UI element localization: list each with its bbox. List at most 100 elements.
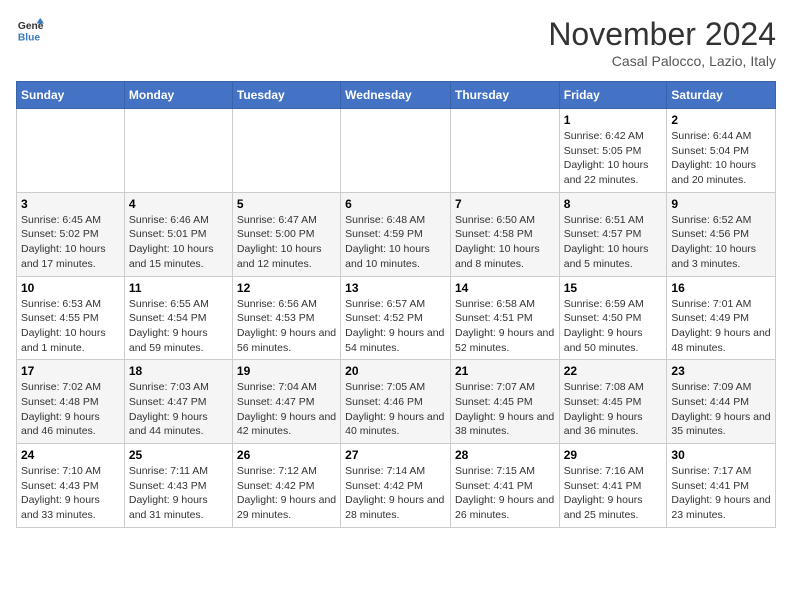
- day-number: 18: [129, 364, 228, 378]
- calendar-cell: 14 Sunrise: 6:58 AM Sunset: 4:51 PM Dayli…: [450, 276, 559, 360]
- calendar-cell: [17, 109, 125, 193]
- calendar-cell: 11 Sunrise: 6:55 AM Sunset: 4:54 PM Dayli…: [124, 276, 232, 360]
- day-info: Sunrise: 6:56 AM Sunset: 4:53 PM Dayligh…: [237, 297, 336, 356]
- weekday-header: Friday: [559, 82, 667, 109]
- day-info: Sunrise: 6:46 AM Sunset: 5:01 PM Dayligh…: [129, 213, 228, 272]
- weekday-header: Thursday: [450, 82, 559, 109]
- day-info: Sunrise: 7:10 AM Sunset: 4:43 PM Dayligh…: [21, 464, 120, 523]
- day-number: 3: [21, 197, 120, 211]
- calendar-cell: 1 Sunrise: 6:42 AM Sunset: 5:05 PM Daylig…: [559, 109, 667, 193]
- calendar-cell: 8Sunrise: 6:51 AM Sunset: 4:57 PM Daylig…: [559, 192, 667, 276]
- day-number: 7: [455, 197, 555, 211]
- day-info: Sunrise: 7:04 AM Sunset: 4:47 PM Dayligh…: [237, 380, 336, 439]
- logo-icon: General Blue: [16, 16, 44, 44]
- weekday-header: Monday: [124, 82, 232, 109]
- day-number: 22: [564, 364, 663, 378]
- day-info: Sunrise: 7:15 AM Sunset: 4:41 PM Dayligh…: [455, 464, 555, 523]
- day-info: Sunrise: 7:16 AM Sunset: 4:41 PM Dayligh…: [564, 464, 663, 523]
- day-info: Sunrise: 7:14 AM Sunset: 4:42 PM Dayligh…: [345, 464, 446, 523]
- day-number: 1: [564, 113, 663, 127]
- calendar-cell: 25Sunrise: 7:11 AM Sunset: 4:43 PM Dayli…: [124, 444, 232, 528]
- calendar-subtitle: Casal Palocco, Lazio, Italy: [548, 53, 776, 69]
- calendar-cell: [450, 109, 559, 193]
- logo: General Blue: [16, 16, 44, 44]
- day-info: Sunrise: 7:02 AM Sunset: 4:48 PM Dayligh…: [21, 380, 120, 439]
- calendar-cell: 2 Sunrise: 6:44 AM Sunset: 5:04 PM Daylig…: [667, 109, 776, 193]
- weekday-header: Sunday: [17, 82, 125, 109]
- day-number: 9: [671, 197, 771, 211]
- calendar-cell: 3 Sunrise: 6:45 AM Sunset: 5:02 PM Daylig…: [17, 192, 125, 276]
- calendar-cell: 21Sunrise: 7:07 AM Sunset: 4:45 PM Dayli…: [450, 360, 559, 444]
- day-number: 8: [564, 197, 663, 211]
- day-info: Sunrise: 7:07 AM Sunset: 4:45 PM Dayligh…: [455, 380, 555, 439]
- calendar-cell: 27 Sunrise: 7:14 AM Sunset: 4:42 PM Dayli…: [341, 444, 451, 528]
- day-info: Sunrise: 7:09 AM Sunset: 4:44 PM Dayligh…: [671, 380, 771, 439]
- day-info: Sunrise: 6:50 AM Sunset: 4:58 PM Dayligh…: [455, 213, 555, 272]
- day-number: 23: [671, 364, 771, 378]
- calendar-header-row: SundayMondayTuesdayWednesdayThursdayFrid…: [17, 82, 776, 109]
- page-header: General Blue November 2024 Casal Palocco…: [16, 16, 776, 69]
- day-number: 28: [455, 448, 555, 462]
- day-info: Sunrise: 6:59 AM Sunset: 4:50 PM Dayligh…: [564, 297, 663, 356]
- calendar-cell: 4 Sunrise: 6:46 AM Sunset: 5:01 PM Daylig…: [124, 192, 232, 276]
- calendar-cell: 26Sunrise: 7:12 AM Sunset: 4:42 PM Dayli…: [232, 444, 340, 528]
- calendar-cell: 15 Sunrise: 6:59 AM Sunset: 4:50 PM Dayli…: [559, 276, 667, 360]
- calendar-cell: 6Sunrise: 6:48 AM Sunset: 4:59 PM Daylig…: [341, 192, 451, 276]
- calendar-week-row: 17Sunrise: 7:02 AM Sunset: 4:48 PM Dayli…: [17, 360, 776, 444]
- day-info: Sunrise: 6:58 AM Sunset: 4:51 PM Dayligh…: [455, 297, 555, 356]
- calendar-week-row: 1 Sunrise: 6:42 AM Sunset: 5:05 PM Daylig…: [17, 109, 776, 193]
- calendar-cell: 18 Sunrise: 7:03 AM Sunset: 4:47 PM Dayli…: [124, 360, 232, 444]
- day-number: 2: [671, 113, 771, 127]
- calendar-cell: 29Sunrise: 7:16 AM Sunset: 4:41 PM Dayli…: [559, 444, 667, 528]
- day-info: Sunrise: 7:03 AM Sunset: 4:47 PM Dayligh…: [129, 380, 228, 439]
- calendar-cell: [232, 109, 340, 193]
- calendar-cell: [124, 109, 232, 193]
- weekday-header: Wednesday: [341, 82, 451, 109]
- calendar-cell: 17Sunrise: 7:02 AM Sunset: 4:48 PM Dayli…: [17, 360, 125, 444]
- day-number: 19: [237, 364, 336, 378]
- day-number: 11: [129, 281, 228, 295]
- calendar-cell: 10Sunrise: 6:53 AM Sunset: 4:55 PM Dayli…: [17, 276, 125, 360]
- day-number: 27: [345, 448, 446, 462]
- day-number: 4: [129, 197, 228, 211]
- calendar-cell: 12 Sunrise: 6:56 AM Sunset: 4:53 PM Dayli…: [232, 276, 340, 360]
- day-info: Sunrise: 6:42 AM Sunset: 5:05 PM Dayligh…: [564, 129, 663, 188]
- day-number: 16: [671, 281, 771, 295]
- day-info: Sunrise: 7:08 AM Sunset: 4:45 PM Dayligh…: [564, 380, 663, 439]
- day-number: 13: [345, 281, 446, 295]
- calendar-cell: 9 Sunrise: 6:52 AM Sunset: 4:56 PM Daylig…: [667, 192, 776, 276]
- svg-text:Blue: Blue: [18, 32, 41, 43]
- calendar-week-row: 10Sunrise: 6:53 AM Sunset: 4:55 PM Dayli…: [17, 276, 776, 360]
- day-number: 24: [21, 448, 120, 462]
- calendar-cell: 28 Sunrise: 7:15 AM Sunset: 4:41 PM Dayli…: [450, 444, 559, 528]
- day-info: Sunrise: 6:55 AM Sunset: 4:54 PM Dayligh…: [129, 297, 228, 356]
- day-info: Sunrise: 7:11 AM Sunset: 4:43 PM Dayligh…: [129, 464, 228, 523]
- day-info: Sunrise: 6:52 AM Sunset: 4:56 PM Dayligh…: [671, 213, 771, 272]
- day-info: Sunrise: 6:44 AM Sunset: 5:04 PM Dayligh…: [671, 129, 771, 188]
- day-info: Sunrise: 7:01 AM Sunset: 4:49 PM Dayligh…: [671, 297, 771, 356]
- weekday-header: Tuesday: [232, 82, 340, 109]
- calendar-cell: 20 Sunrise: 7:05 AM Sunset: 4:46 PM Dayli…: [341, 360, 451, 444]
- day-number: 30: [671, 448, 771, 462]
- day-number: 14: [455, 281, 555, 295]
- calendar-table: SundayMondayTuesdayWednesdayThursdayFrid…: [16, 81, 776, 528]
- day-info: Sunrise: 7:12 AM Sunset: 4:42 PM Dayligh…: [237, 464, 336, 523]
- title-block: November 2024 Casal Palocco, Lazio, Ital…: [548, 16, 776, 69]
- day-number: 15: [564, 281, 663, 295]
- calendar-cell: 13Sunrise: 6:57 AM Sunset: 4:52 PM Dayli…: [341, 276, 451, 360]
- day-info: Sunrise: 6:45 AM Sunset: 5:02 PM Dayligh…: [21, 213, 120, 272]
- day-info: Sunrise: 7:17 AM Sunset: 4:41 PM Dayligh…: [671, 464, 771, 523]
- day-number: 10: [21, 281, 120, 295]
- calendar-cell: 24 Sunrise: 7:10 AM Sunset: 4:43 PM Dayli…: [17, 444, 125, 528]
- day-number: 20: [345, 364, 446, 378]
- day-number: 12: [237, 281, 336, 295]
- calendar-cell: 30 Sunrise: 7:17 AM Sunset: 4:41 PM Dayli…: [667, 444, 776, 528]
- day-number: 5: [237, 197, 336, 211]
- calendar-title: November 2024: [548, 16, 776, 53]
- calendar-cell: 22 Sunrise: 7:08 AM Sunset: 4:45 PM Dayli…: [559, 360, 667, 444]
- weekday-header: Saturday: [667, 82, 776, 109]
- day-info: Sunrise: 6:48 AM Sunset: 4:59 PM Dayligh…: [345, 213, 446, 272]
- calendar-cell: 19 Sunrise: 7:04 AM Sunset: 4:47 PM Dayli…: [232, 360, 340, 444]
- day-info: Sunrise: 6:47 AM Sunset: 5:00 PM Dayligh…: [237, 213, 336, 272]
- day-info: Sunrise: 7:05 AM Sunset: 4:46 PM Dayligh…: [345, 380, 446, 439]
